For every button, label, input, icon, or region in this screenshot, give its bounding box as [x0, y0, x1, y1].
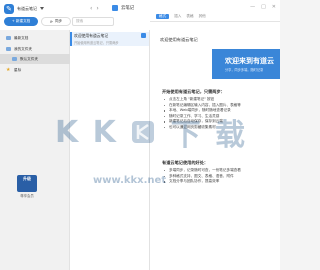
section-heading-start: 开始使用有道云笔记，只需两步：: [162, 89, 225, 94]
note-snippet: 开始使用有道云笔记，只需两步: [74, 41, 119, 45]
benefits-list: 多端同步，记录随时可查，一份笔记多端查看 多种格式支持，图文、表格、语音、附件 …: [164, 168, 241, 185]
folder-icon: [6, 47, 11, 51]
sidebar-item-label: 我的文件夹: [14, 46, 32, 51]
note-list: 欢迎使用有道云笔记 开始使用有道云笔记，只需两步: [70, 30, 150, 270]
document-title[interactable]: 欢迎使用有道云笔记: [160, 37, 198, 43]
close-icon[interactable]: ✕: [272, 4, 276, 10]
tab-table[interactable]: 表格: [186, 14, 193, 19]
banner-title: 欢迎来到有道云: [225, 57, 274, 65]
welcome-banner: 欢迎来到有道云 分享，同步多端，随时记录: [212, 49, 280, 79]
new-document-label: + 新建文档: [11, 19, 31, 23]
tab-insert[interactable]: 插入: [174, 14, 181, 19]
new-document-button[interactable]: + 新建文档: [4, 17, 38, 26]
watermark-url: www.kkx.net: [93, 175, 167, 186]
note-title: 欢迎使用有道云笔记: [74, 33, 109, 38]
maximize-icon[interactable]: □: [261, 4, 266, 10]
sidebar-item-starred[interactable]: ★ 星标: [0, 65, 70, 75]
arrow-left-icon[interactable]: ‹: [90, 5, 92, 12]
document-icon: [141, 33, 146, 38]
sidebar-item-default-folder[interactable]: 默认文件夹: [0, 54, 70, 64]
window-controls: — □ ✕: [250, 4, 276, 10]
sidebar-item-label: 星标: [14, 67, 22, 72]
search-placeholder: 搜索: [76, 19, 84, 23]
clock-icon: [6, 36, 11, 40]
sidebar-item-recent[interactable]: 最新文档: [0, 33, 70, 43]
tab-title: 云笔记: [121, 6, 135, 11]
arrow-right-icon[interactable]: ›: [96, 5, 98, 12]
chevron-down-icon: [40, 7, 44, 10]
upgrade-label: 升级: [23, 176, 31, 181]
app-logo-icon: ✎: [4, 3, 14, 14]
note-tab-icon: [112, 5, 118, 11]
history-nav: ‹ ›: [90, 5, 99, 12]
section-heading-benefits: 有道云笔记使用的好处：: [162, 160, 209, 165]
tab-other[interactable]: 其他: [199, 14, 206, 19]
sidebar-item-my-folders[interactable]: 我的文件夹: [0, 44, 70, 54]
sidebar: 最新文档 我的文件夹 默认文件夹 ★ 星标: [0, 30, 70, 270]
upgrade-button[interactable]: 升级: [17, 175, 37, 192]
sync-button[interactable]: ⟳ 同步: [41, 17, 71, 26]
list-item: 文档分享与团队协作，提高效率: [164, 179, 241, 185]
sidebar-item-label: 默认文件夹: [20, 56, 38, 61]
sync-label: 同步: [54, 19, 63, 23]
app-name: 有道云笔记: [17, 5, 37, 11]
list-item[interactable]: 欢迎使用有道云笔记 开始使用有道云笔记，只需两步: [70, 32, 149, 46]
folder-icon: [12, 57, 17, 61]
minimize-icon[interactable]: —: [250, 4, 255, 10]
upgrade-sub: 尊享会员: [20, 194, 34, 198]
sync-icon: ⟳: [49, 19, 53, 24]
format-toolbar: 格式 插入 表格 其他: [150, 12, 280, 22]
banner-subtitle: 分享，同步多端，随时记录: [225, 68, 264, 72]
star-icon: ★: [6, 67, 11, 73]
tab-format[interactable]: 格式: [156, 14, 170, 19]
tab-notes[interactable]: 云笔记: [112, 4, 172, 12]
search-input[interactable]: 搜索: [72, 17, 114, 26]
steps-list: 点击左上角 "新建笔记" 按钮 在新笔记编辑区输入内容，插入图片、表格等 本地、…: [164, 97, 241, 131]
app-brand[interactable]: ✎ 有道云笔记: [4, 3, 44, 14]
sidebar-item-label: 最新文档: [14, 35, 29, 40]
list-item: 也可以通过网页剪藏收集素材: [164, 125, 241, 131]
